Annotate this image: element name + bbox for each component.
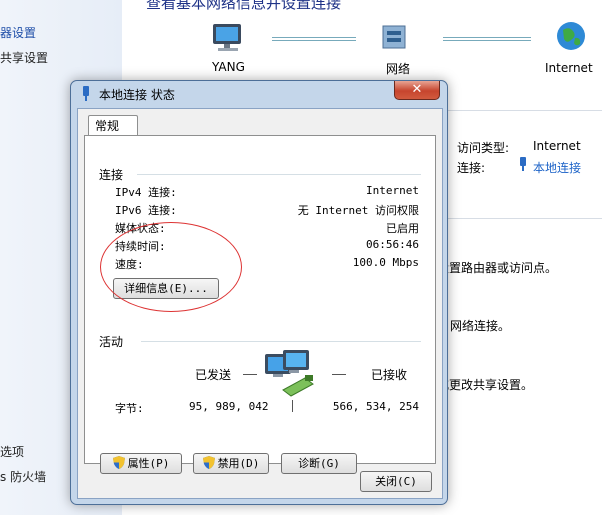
dialog-titlebar[interactable]: 本地连接 状态 ✕ [71,81,447,107]
duration-value: 06:56:46 [366,238,419,251]
close-dialog-button[interactable]: 关闭(C) [360,471,432,492]
close-window-button[interactable]: ✕ [394,81,440,100]
ethernet-plug-icon [520,157,526,171]
disable-button-label: 禁用(D) [217,457,260,470]
divider [446,218,602,219]
network-map-line [443,40,531,41]
globe-icon [557,22,585,50]
sent-label: 已发送 [195,368,232,382]
speed-value: 100.0 Mbps [352,256,419,269]
network-map-network-label: 网络 [386,62,411,76]
task-text-sharing: 或更改共享设置。 [437,378,534,392]
network-map-computer-label: YANG [212,60,245,74]
network-map-line [272,40,356,41]
bytes-received-value: 566, 534, 254 [332,400,419,413]
network-icon [382,25,406,49]
sent-dash [243,374,257,375]
ipv6-value: 无 Internet 访问权限 [297,204,419,217]
divider [446,110,602,111]
uac-shield-icon [112,456,125,469]
network-activity-icon [265,350,314,397]
ethernet-plug-icon [83,86,89,101]
ipv4-value: Internet [366,184,419,197]
properties-button-label: 属性(P) [127,457,170,470]
network-map-internet-label: Internet [545,61,593,75]
group-separator [141,341,421,342]
page-heading: 查看基本网络信息并设置连接 [146,0,342,12]
connections-label: 连接: [457,161,486,175]
dialog-title: 本地连接 状态 [99,88,175,102]
ipv4-label: IPv4 连接: [115,186,177,199]
uac-shield-icon [202,456,215,469]
left-link-firewall[interactable]: s 防火墙 [0,468,46,485]
disable-button[interactable]: 禁用(D) [193,453,269,474]
bytes-divider [292,400,293,412]
properties-button[interactable]: 属性(P) [100,453,182,474]
bytes-label: 字节: [115,402,144,415]
access-type-label: 访问类型: [457,141,510,155]
computer-icon [213,24,241,51]
connection-link-local[interactable]: 本地连接 [533,159,581,176]
left-link-adapter-settings[interactable]: 器设置 [0,24,36,41]
group-separator [137,174,421,175]
received-dash [332,374,346,375]
diagnose-button[interactable]: 诊断(G) [281,453,357,474]
activity-section-title: 活动 [99,333,128,350]
bytes-sent-value: 95, 989, 042 [189,400,269,413]
close-icon: ✕ [411,82,423,97]
connection-section-title: 连接 [99,166,128,183]
left-link-sharing-settings[interactable]: 共享设置 [0,49,48,66]
task-text-connection: 网络连接。 [450,319,511,333]
task-text-router: 设置路由器或访问点。 [437,261,558,275]
network-map-line [443,37,531,38]
media-state-value: 已启用 [386,222,419,235]
network-map-line [272,37,356,38]
received-label: 已接收 [371,368,408,382]
ipv6-label: IPv6 连接: [115,204,177,217]
left-link-options[interactable]: 选项 [0,443,24,460]
annotation-ellipse [100,222,242,312]
access-type-value: Internet [533,139,581,153]
tab-general[interactable]: 常规 [88,115,138,135]
